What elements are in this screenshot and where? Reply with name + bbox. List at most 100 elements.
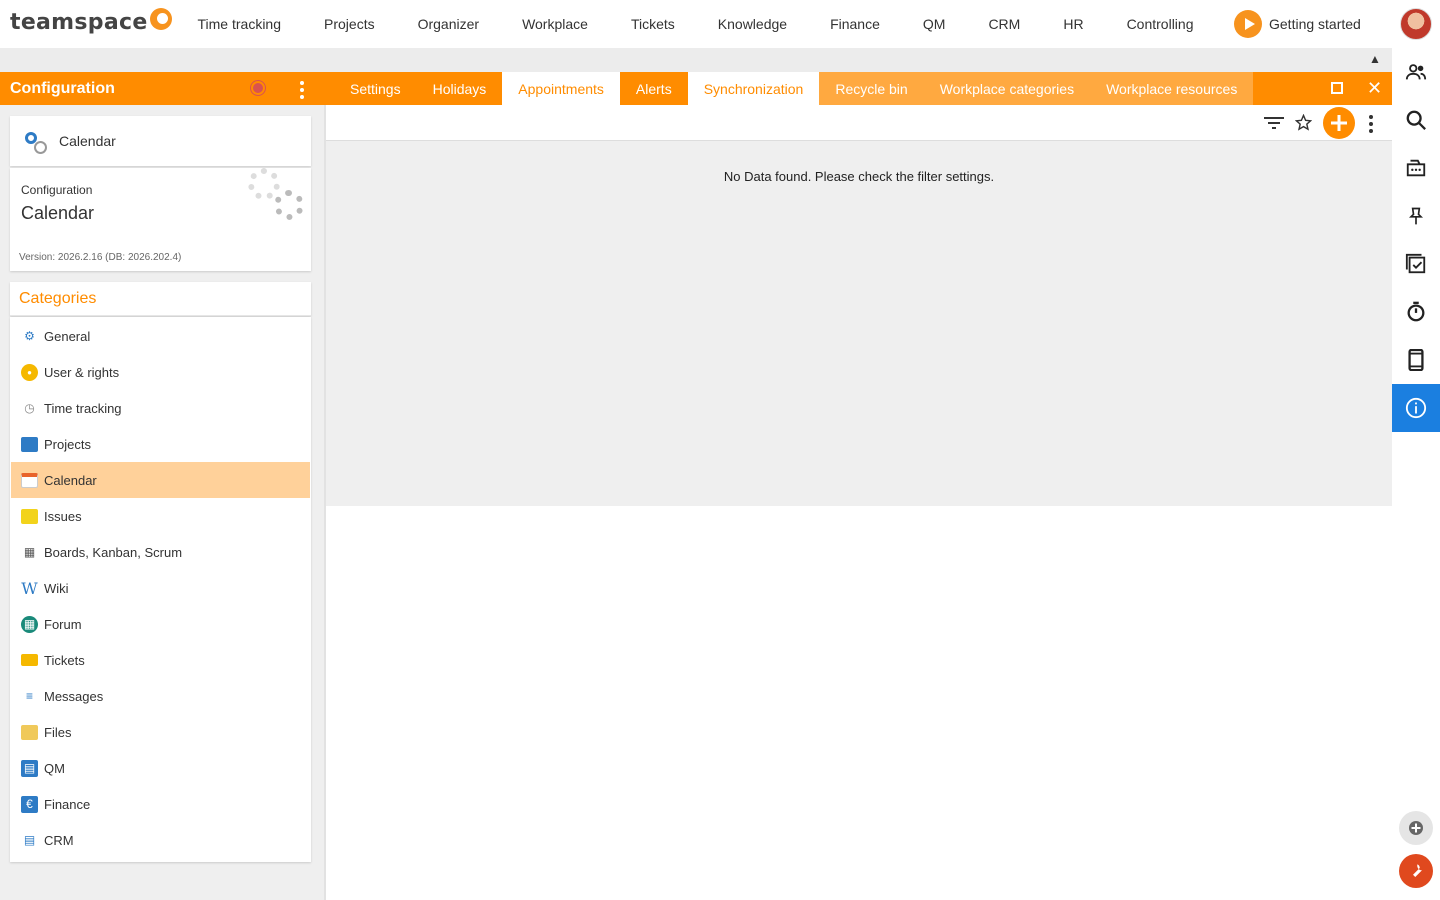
version-text: Version: 2026.2.16 (DB: 2026.202.4) [19, 252, 182, 263]
module-selector[interactable]: Calendar [10, 116, 311, 166]
category-label: Projects [44, 436, 91, 452]
category-item-calendar[interactable]: Calendar [11, 462, 310, 498]
nav-item-workplace[interactable]: Workplace [501, 16, 610, 32]
category-item-finance[interactable]: € Finance [11, 786, 310, 822]
category-item-crm[interactable]: ▤ CRM [11, 822, 310, 858]
top-bar: teamspace Time tracking Projects Organizer… [0, 0, 1440, 48]
plus-icon [1331, 115, 1347, 131]
qm-icon: ▤ [21, 759, 38, 777]
category-label: Files [44, 724, 72, 740]
bug-icon[interactable] [251, 81, 265, 95]
tab-recycle-bin[interactable]: Recycle bin [819, 72, 924, 105]
tasks-icon[interactable] [1392, 240, 1440, 288]
category-item-boards-kanban-scrum[interactable]: ▦ Boards, Kanban, Scrum [11, 534, 310, 570]
toolbar-menu-icon[interactable] [1369, 115, 1373, 133]
categories-title: Categories [19, 290, 97, 307]
tab-workplace-categories[interactable]: Workplace categories [923, 72, 1091, 105]
add-widget-button[interactable] [1399, 811, 1433, 845]
ticket-icon [21, 654, 38, 666]
nav-item-finance[interactable]: Finance [809, 16, 902, 32]
tab-settings[interactable]: Settings [334, 72, 417, 105]
category-item-messages[interactable]: ≡ Messages [11, 678, 310, 714]
category-item-time-tracking[interactable]: ◷ Time tracking [11, 390, 310, 426]
content-area: No Data found. Please check the filter s… [326, 141, 1392, 506]
forum-icon: ▦ [21, 615, 38, 633]
category-item-forum[interactable]: ▦ Forum [11, 606, 310, 642]
category-label: Issues [44, 508, 82, 524]
nav-item-hr[interactable]: HR [1042, 16, 1105, 32]
category-item-projects[interactable]: Projects [11, 426, 310, 462]
category-label: Time tracking [44, 400, 122, 416]
tab-bar: Settings Holidays Appointments Alerts Synchr… [324, 72, 1392, 105]
tab-alerts[interactable]: Alerts [620, 72, 688, 105]
category-label: Tickets [44, 652, 85, 668]
category-label: Forum [44, 616, 82, 632]
category-item-qm[interactable]: ▤ QM [11, 750, 310, 786]
nav-item-tickets[interactable]: Tickets [609, 16, 696, 32]
main-navigation: Time tracking Projects Organizer Workplace T… [176, 0, 1215, 48]
pin-icon[interactable] [1392, 192, 1440, 240]
nav-item-qm[interactable]: QM [901, 16, 967, 32]
mobile-icon[interactable] [1392, 336, 1440, 384]
play-icon [1234, 10, 1262, 38]
settings-wrench-button[interactable] [1399, 854, 1433, 888]
logo-mark-icon [149, 7, 172, 30]
category-item-wiki[interactable]: W Wiki [11, 570, 310, 606]
teamspace-logo[interactable]: teamspace [10, 7, 172, 35]
configuration-panel: Configuration Calendar Configuration Cal… [0, 72, 324, 900]
close-icon[interactable]: ✕ [1367, 78, 1382, 99]
finance-icon: € [21, 795, 38, 813]
getting-started-label: Getting started [1269, 16, 1361, 32]
category-label: User & rights [44, 364, 120, 380]
plus-circle-icon [1409, 821, 1423, 835]
tab-list: Settings Holidays Appointments Alerts Synchr… [324, 72, 1254, 105]
inbox-icon[interactable] [1392, 144, 1440, 192]
maximize-icon[interactable] [1331, 82, 1343, 94]
stopwatch-icon: ◷ [24, 401, 35, 415]
tab-workplace-resources[interactable]: Workplace resources [1090, 72, 1254, 105]
category-label: Wiki [44, 580, 69, 596]
sticky-note-icon [21, 508, 38, 524]
user-avatar[interactable] [1400, 8, 1432, 40]
messages-icon: ≡ [25, 689, 33, 703]
category-label: Finance [44, 796, 91, 812]
gears-icon: ⚙ [24, 329, 35, 343]
category-item-files[interactable]: Files [11, 714, 310, 750]
category-item-user-rights[interactable]: ● User & rights [11, 354, 310, 390]
tab-appointments[interactable]: Appointments [502, 72, 620, 105]
info-icon[interactable] [1392, 384, 1440, 432]
wiki-icon: W [21, 578, 38, 598]
star-icon[interactable] [1295, 114, 1312, 131]
calendar-icon [21, 472, 38, 488]
nav-item-crm[interactable]: CRM [967, 16, 1042, 32]
nav-item-knowledge[interactable]: Knowledge [696, 16, 808, 32]
category-item-general[interactable]: ⚙ General [11, 318, 310, 354]
module-selector-label: Calendar [59, 133, 116, 149]
nav-item-time-tracking[interactable]: Time tracking [176, 16, 303, 32]
filter-icon[interactable] [1264, 116, 1284, 130]
category-label: Boards, Kanban, Scrum [44, 544, 183, 560]
nav-item-controlling[interactable]: Controlling [1105, 16, 1215, 32]
timer-icon[interactable] [1392, 288, 1440, 336]
right-rail [1392, 48, 1440, 900]
gears-icon [25, 132, 47, 154]
category-label: Messages [44, 688, 104, 704]
info-label: Configuration [21, 183, 93, 197]
category-item-tickets[interactable]: Tickets [11, 642, 310, 678]
category-item-issues[interactable]: Issues [11, 498, 310, 534]
nav-item-organizer[interactable]: Organizer [396, 16, 500, 32]
gears-illustration-icon [248, 168, 306, 220]
config-menu-icon[interactable] [300, 81, 304, 99]
search-icon[interactable] [1392, 96, 1440, 144]
collapse-up-icon[interactable]: ▲ [1369, 52, 1381, 66]
add-button[interactable] [1323, 107, 1355, 139]
users-icon: ● [21, 363, 38, 381]
getting-started-button[interactable]: Getting started [1234, 10, 1361, 38]
logo-text: teamspace [10, 10, 148, 35]
tab-synchronization[interactable]: Synchronization [687, 72, 820, 105]
tab-holidays[interactable]: Holidays [417, 72, 503, 105]
configuration-title: Configuration [10, 79, 115, 97]
category-label: General [44, 328, 91, 344]
contacts-icon[interactable] [1392, 48, 1440, 96]
nav-item-projects[interactable]: Projects [303, 16, 397, 32]
